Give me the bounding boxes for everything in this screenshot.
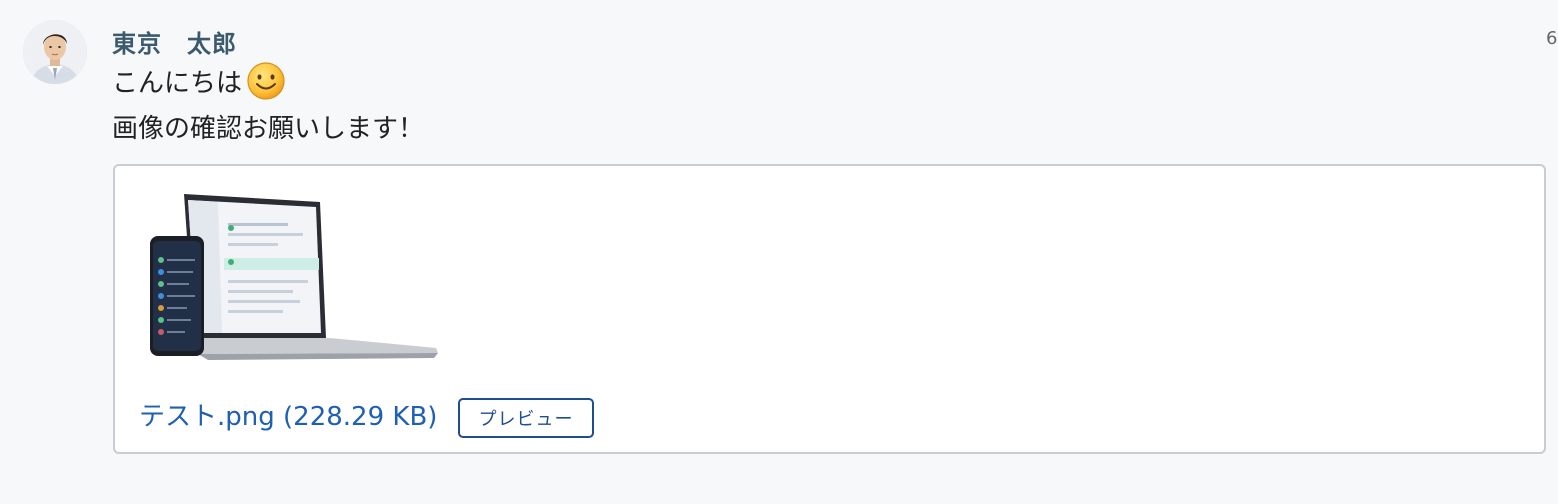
smiling-face-icon — [246, 61, 286, 101]
person-icon — [23, 20, 87, 84]
image-thumbnail[interactable] — [138, 188, 438, 378]
chat-message: 東京 太郎 6 こんにちは 画像の確認お願いします！ テスト.png (228.… — [0, 0, 1558, 504]
user-avatar[interactable] — [23, 20, 87, 84]
author-name[interactable]: 東京 太郎 — [112, 24, 237, 59]
laptop-phone-image-icon — [150, 194, 438, 360]
message-body: 画像の確認お願いします！ — [112, 114, 425, 144]
file-attachment-card: テスト.png (228.29 KB) プレビュー — [113, 164, 1546, 454]
message-timestamp: 6 — [1546, 28, 1558, 49]
message-text-line: こんにちは — [112, 61, 286, 104]
preview-button[interactable]: プレビュー — [458, 398, 594, 438]
message-greeting: こんにちは — [112, 68, 243, 99]
attachment-file-link[interactable]: テスト.png (228.29 KB) — [139, 396, 437, 433]
